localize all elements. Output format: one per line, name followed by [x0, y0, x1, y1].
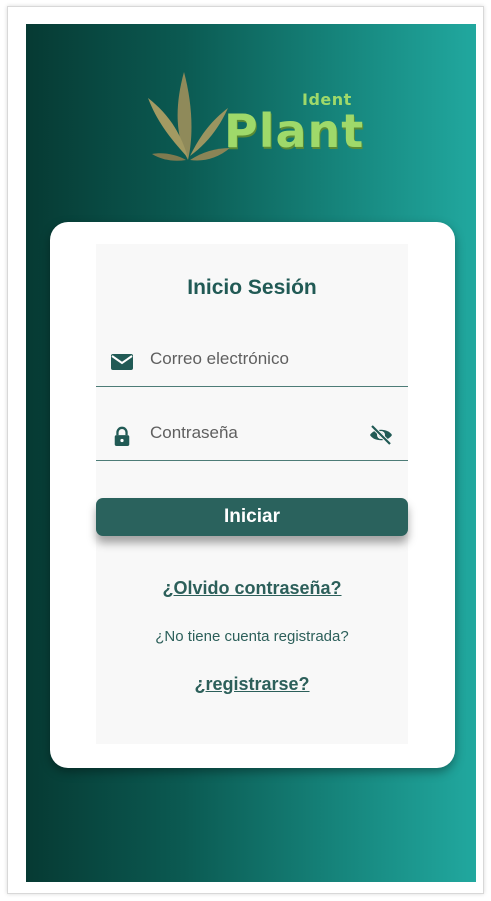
- login-form: Inicio Sesión Correo electrónico Iniciar…: [96, 244, 408, 744]
- leaves-logo-icon: [148, 72, 230, 161]
- login-screen: Ident Plant Inicio Sesión Correo electró…: [26, 24, 476, 882]
- forgot-password-link[interactable]: ¿Olvido contraseña?: [96, 578, 408, 599]
- email-input[interactable]: [150, 344, 360, 374]
- register-link[interactable]: ¿registrarse?: [96, 674, 408, 695]
- page-title: Inicio Sesión: [187, 276, 317, 299]
- login-button[interactable]: Iniciar: [96, 498, 408, 536]
- eye-off-icon[interactable]: [368, 424, 394, 446]
- no-account-text: ¿No tiene cuenta registrada?: [155, 628, 349, 645]
- email-field: [96, 340, 408, 387]
- logo-text-plant: Plant: [224, 104, 365, 158]
- login-card: Inicio Sesión Correo electrónico Iniciar…: [50, 222, 455, 768]
- password-field: [96, 414, 408, 461]
- lock-icon: [114, 426, 130, 446]
- mail-icon: [111, 354, 133, 370]
- password-input[interactable]: [150, 418, 360, 448]
- app-logo: Ident Plant: [146, 68, 366, 168]
